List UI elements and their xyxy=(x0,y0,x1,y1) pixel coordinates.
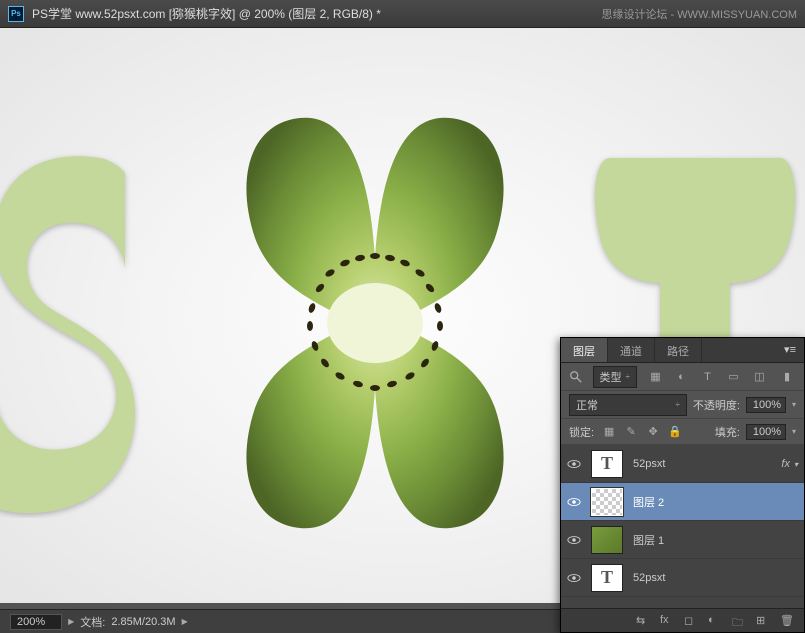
app-icon: Ps xyxy=(8,6,24,22)
tab-paths[interactable]: 路径 xyxy=(655,338,702,362)
opacity-field[interactable]: 100% xyxy=(746,397,786,413)
eye-icon[interactable] xyxy=(567,573,581,583)
layer-name: 52psxt xyxy=(627,572,798,584)
zoom-menu-arrow[interactable]: ▶ xyxy=(68,617,74,626)
title-bar: Ps PS学堂 www.52psxt.com [猕猴桃字效] @ 200% (图… xyxy=(0,0,805,28)
tab-layers[interactable]: 图层 xyxy=(561,338,608,362)
layers-panel: 图层 通道 路径 ▾≡ 类型 ÷ ▦ ◐ T ▭ ◫ ▮ 正常 ÷ 不透明度: … xyxy=(560,337,805,633)
tab-channels[interactable]: 通道 xyxy=(608,338,655,362)
lock-all-icon[interactable]: 🔒 xyxy=(666,423,684,441)
new-layer-icon[interactable]: ⊞ xyxy=(756,614,770,628)
eye-icon[interactable] xyxy=(567,459,581,469)
layer-style-icon[interactable]: fx xyxy=(660,614,674,628)
window-title: PS学堂 www.52psxt.com [猕猴桃字效] @ 200% (图层 2… xyxy=(32,5,381,22)
panel-menu-button[interactable]: ▾≡ xyxy=(776,338,804,362)
filter-smart-icon[interactable]: ◫ xyxy=(750,368,768,386)
opacity-label: 不透明度: xyxy=(693,397,740,413)
layer-row-text-top[interactable]: T 52psxt fx▾ xyxy=(561,445,804,483)
link-layers-icon[interactable]: ⇆ xyxy=(636,614,650,628)
filter-type-dropdown[interactable]: 类型 ÷ xyxy=(593,366,637,388)
blend-mode-label: 正常 xyxy=(576,397,598,413)
layer-list: T 52psxt fx▾ 图层 2 图层 1 T 52psxt xyxy=(561,445,804,608)
lock-transparent-icon[interactable]: ▦ xyxy=(600,423,618,441)
layer-name: 52psxt xyxy=(627,458,774,470)
layer-row-text-bottom[interactable]: T 52psxt xyxy=(561,559,804,597)
panel-tabs: 图层 通道 路径 ▾≡ xyxy=(561,338,804,363)
doc-info-arrow[interactable]: ▶ xyxy=(182,617,188,626)
filter-toggle[interactable]: ▮ xyxy=(778,368,796,386)
lock-paint-icon[interactable]: ✎ xyxy=(622,423,640,441)
filter-type-label: 类型 xyxy=(600,369,622,385)
filter-pixel-icon[interactable]: ▦ xyxy=(646,368,664,386)
group-icon[interactable]: 🗀 xyxy=(732,614,746,628)
doc-size-value: 2.85M/20.3M xyxy=(111,616,175,628)
fill-label: 填充: xyxy=(715,424,740,440)
lock-position-icon[interactable]: ✥ xyxy=(644,423,662,441)
layer-name: 图层 1 xyxy=(627,532,798,548)
opacity-arrow[interactable]: ▾ xyxy=(792,400,796,409)
zoom-field[interactable]: 200% xyxy=(10,614,62,630)
filter-adjust-icon[interactable]: ◐ xyxy=(672,368,690,386)
search-icon xyxy=(569,370,583,384)
layer-row-layer2[interactable]: 图层 2 xyxy=(561,483,804,521)
adjustment-layer-icon[interactable]: ◐ xyxy=(708,614,722,628)
layer-name: 图层 2 xyxy=(627,494,798,510)
lock-row: 锁定: ▦ ✎ ✥ 🔒 填充: 100% ▾ xyxy=(561,419,804,445)
layer-row-layer1[interactable]: 图层 1 xyxy=(561,521,804,559)
artwork-letter-x-kiwi xyxy=(230,108,520,538)
layer-thumb-text: T xyxy=(591,564,623,592)
eye-icon[interactable] xyxy=(567,535,581,545)
fx-indicator[interactable]: fx▾ xyxy=(774,458,798,470)
layer-thumb-checker xyxy=(591,488,623,516)
watermark-text: 思缘设计论坛 - WWW.MISSYUAN.COM xyxy=(601,6,797,22)
filter-row: 类型 ÷ ▦ ◐ T ▭ ◫ ▮ xyxy=(561,363,804,391)
doc-size-label: 文档: xyxy=(80,614,105,630)
delete-layer-icon[interactable]: 🗑 xyxy=(780,614,794,628)
panel-footer: ⇆ fx ◻ ◐ 🗀 ⊞ 🗑 xyxy=(561,608,804,632)
filter-shape-icon[interactable]: ▭ xyxy=(724,368,742,386)
layer-thumb-text: T xyxy=(591,450,623,478)
eye-icon[interactable] xyxy=(567,497,581,507)
blend-row: 正常 ÷ 不透明度: 100% ▾ xyxy=(561,391,804,419)
layer-thumb-kiwi xyxy=(591,526,623,554)
lock-label: 锁定: xyxy=(569,424,594,440)
blend-mode-dropdown[interactable]: 正常 ÷ xyxy=(569,394,687,416)
fill-arrow[interactable]: ▾ xyxy=(792,427,796,436)
fill-field[interactable]: 100% xyxy=(746,424,786,440)
filter-text-icon[interactable]: T xyxy=(698,368,716,386)
artwork-letter-s xyxy=(0,138,140,518)
layer-mask-icon[interactable]: ◻ xyxy=(684,614,698,628)
